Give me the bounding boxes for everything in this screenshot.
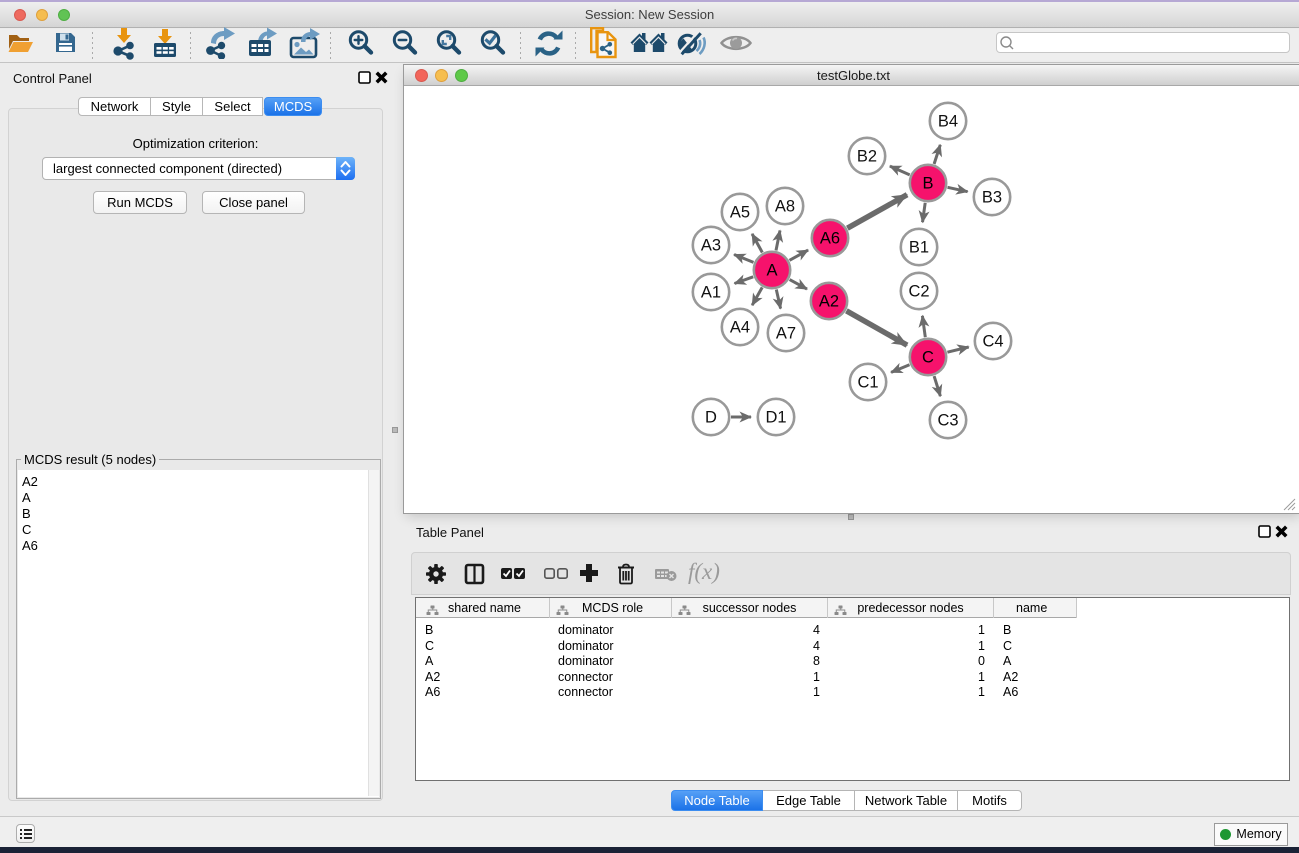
svg-text:D: D: [705, 409, 717, 427]
svg-text:A3: A3: [701, 237, 721, 255]
svg-text:B3: B3: [982, 189, 1002, 207]
svg-text:A7: A7: [776, 325, 796, 343]
svg-text:C4: C4: [982, 333, 1003, 351]
svg-text:C2: C2: [908, 283, 929, 301]
svg-text:D1: D1: [765, 409, 786, 427]
svg-text:C1: C1: [857, 374, 878, 392]
svg-text:C: C: [922, 349, 934, 367]
svg-text:C3: C3: [937, 412, 958, 430]
svg-text:A: A: [766, 262, 777, 280]
svg-text:B4: B4: [938, 113, 958, 131]
svg-text:A1: A1: [701, 284, 721, 302]
svg-text:B2: B2: [857, 148, 877, 166]
svg-text:A4: A4: [730, 319, 750, 337]
svg-text:A8: A8: [775, 198, 795, 216]
svg-text:B1: B1: [909, 239, 929, 257]
svg-text:B: B: [922, 175, 933, 193]
svg-text:A2: A2: [819, 293, 839, 311]
svg-text:A5: A5: [730, 204, 750, 222]
svg-text:A6: A6: [820, 230, 840, 248]
